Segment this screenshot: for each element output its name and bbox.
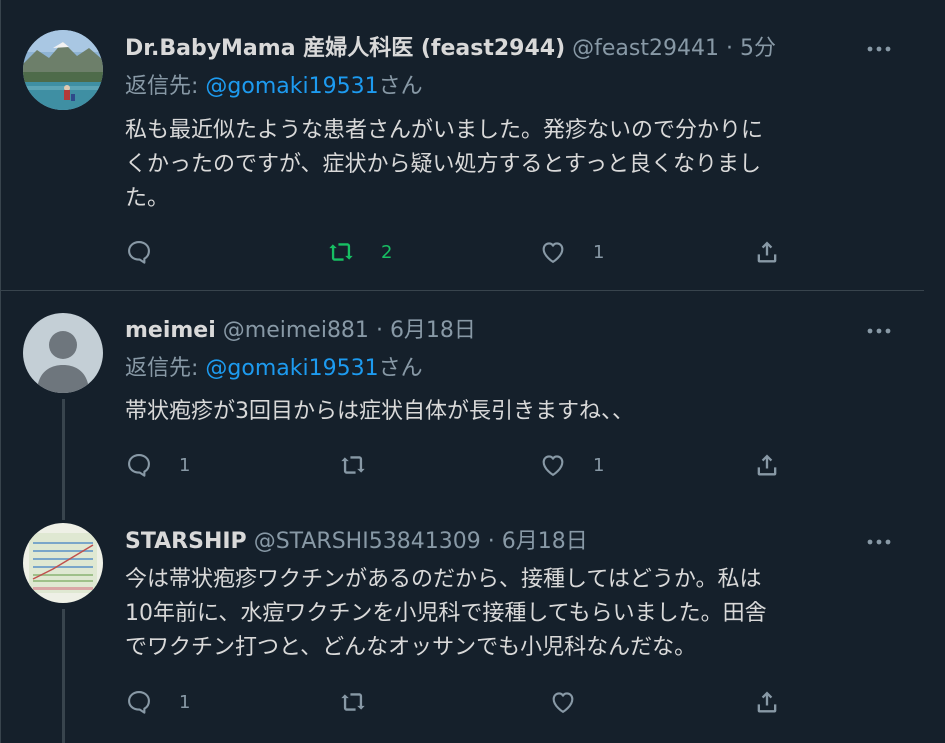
retweet-icon [341,456,365,474]
retweet-button[interactable]: 2 [327,232,392,272]
timeline: Dr.BabyMama 産婦人科医 (feast2944) @feast2944… [0,0,945,743]
replying-to: 返信先: @gomaki19531さん [125,352,423,386]
avatar[interactable] [23,30,103,110]
display-name[interactable]: Dr.BabyMama 産婦人科医 (feast2944) [125,36,565,61]
separator: · [487,529,495,554]
more-dots-icon [867,46,891,52]
reply-button[interactable]: 1 [125,682,190,722]
reply-suffix: さん [378,356,423,381]
like-button[interactable]: 1 [539,232,604,272]
heart-icon [542,455,564,476]
more-options-button[interactable] [862,525,896,559]
default-user-avatar-icon [23,313,103,393]
thread-line [62,399,65,509]
user-handle[interactable]: @STARSHI53841309 [254,529,481,554]
reply-icon [128,691,150,714]
like-count: 1 [593,241,605,263]
retweet-count: 2 [381,241,393,263]
like-button[interactable] [549,682,603,722]
share-icon [757,241,777,263]
share-button[interactable] [753,682,781,722]
tweet-actions: 2 1 [125,232,825,272]
share-button[interactable] [753,232,781,272]
avatar[interactable] [23,523,103,603]
tweet-text-line: 私も最近似たような患者さんがいました。発疹ないので分かりに [125,118,764,143]
landscape-photo-avatar-icon [23,30,103,110]
more-dots-icon [867,328,891,334]
timestamp[interactable]: 6月18日 [502,529,588,554]
retweet-button[interactable] [339,445,393,485]
display-name[interactable]: meimei [125,318,216,343]
tweet-text: 帯状疱疹が3回目からは症状自体が長引きますね、、 [125,395,900,429]
tweet[interactable]: Dr.BabyMama 産婦人科医 (feast2944) @feast2944… [1,0,924,290]
chart-image-avatar-icon [23,523,103,603]
retweet-icon [329,243,353,261]
display-name[interactable]: STARSHIP [125,529,247,554]
thread-line [62,506,65,520]
retweet-icon [341,693,365,711]
avatar[interactable] [23,313,103,393]
reply-count: 1 [179,691,191,713]
share-icon [757,691,777,713]
more-dots-icon [867,539,891,545]
user-handle[interactable]: @feast29441 [572,36,719,61]
share-icon [757,454,777,476]
tweet-header: meimei @meimei881 · 6月18日 [125,314,476,348]
heart-icon [542,242,564,263]
tweet-text-line: くかったのですが、症状から疑い処方するとすっと良くなりまし [125,152,762,177]
tweet-text-line: 今は帯状疱疹ワクチンがあるのだから、接種してはどうか。私は [125,567,762,592]
tweet-text-line: た。 [125,186,170,211]
tweet-text: 今は帯状疱疹ワクチンがあるのだから、接種してはどうか。私は 10年前に、水痘ワク… [125,563,900,665]
retweet-button[interactable] [339,682,393,722]
mention-link[interactable]: @gomaki19531 [205,356,378,381]
reply-count: 1 [179,454,191,476]
separator: · [726,36,733,61]
tweet[interactable]: meimei @meimei881 · 6月18日 返信先: @gomaki19… [1,291,924,509]
tweet-text: 私も最近似たような患者さんがいました。発疹ないので分かりに くかったのですが、症… [125,114,900,216]
like-count: 1 [593,454,605,476]
thread-line [62,609,65,743]
reply-prefix: 返信先: [125,74,206,99]
tweet-actions: 1 [125,682,825,722]
more-options-button[interactable] [862,314,896,348]
tweet[interactable]: STARSHIP @STARSHI53841309 · 6月18日 今は帯状疱疹… [1,506,924,743]
mention-link[interactable]: @gomaki19531 [205,74,378,99]
user-handle[interactable]: @meimei881 [223,318,369,343]
heart-icon [552,692,574,713]
share-button[interactable] [753,445,781,485]
more-options-button[interactable] [862,32,896,66]
reply-button[interactable] [125,232,179,272]
reply-prefix: 返信先: [125,356,206,381]
tweet-text-line: 10年前に、水痘ワクチンを小児科で接種してもらいました。田舎 [125,601,767,626]
tweet-text-line: 帯状疱疹が3回目からは症状自体が長引きますね、、 [125,399,634,424]
tweet-header: Dr.BabyMama 産婦人科医 (feast2944) @feast2944… [125,32,776,66]
timestamp[interactable]: 5分 [740,36,776,61]
replying-to: 返信先: @gomaki19531さん [125,70,423,104]
separator: · [375,318,383,343]
reply-button[interactable]: 1 [125,445,190,485]
tweet-header: STARSHIP @STARSHI53841309 · 6月18日 [125,525,588,559]
reply-icon [128,241,150,264]
tweet-text-line: でワクチン打つと、どんなオッサンでも小児科なんだな。 [125,635,697,660]
reply-suffix: さん [378,74,423,99]
timestamp[interactable]: 6月18日 [390,318,476,343]
like-button[interactable]: 1 [539,445,604,485]
reply-icon [128,454,150,477]
tweet-actions: 1 1 [125,445,825,485]
